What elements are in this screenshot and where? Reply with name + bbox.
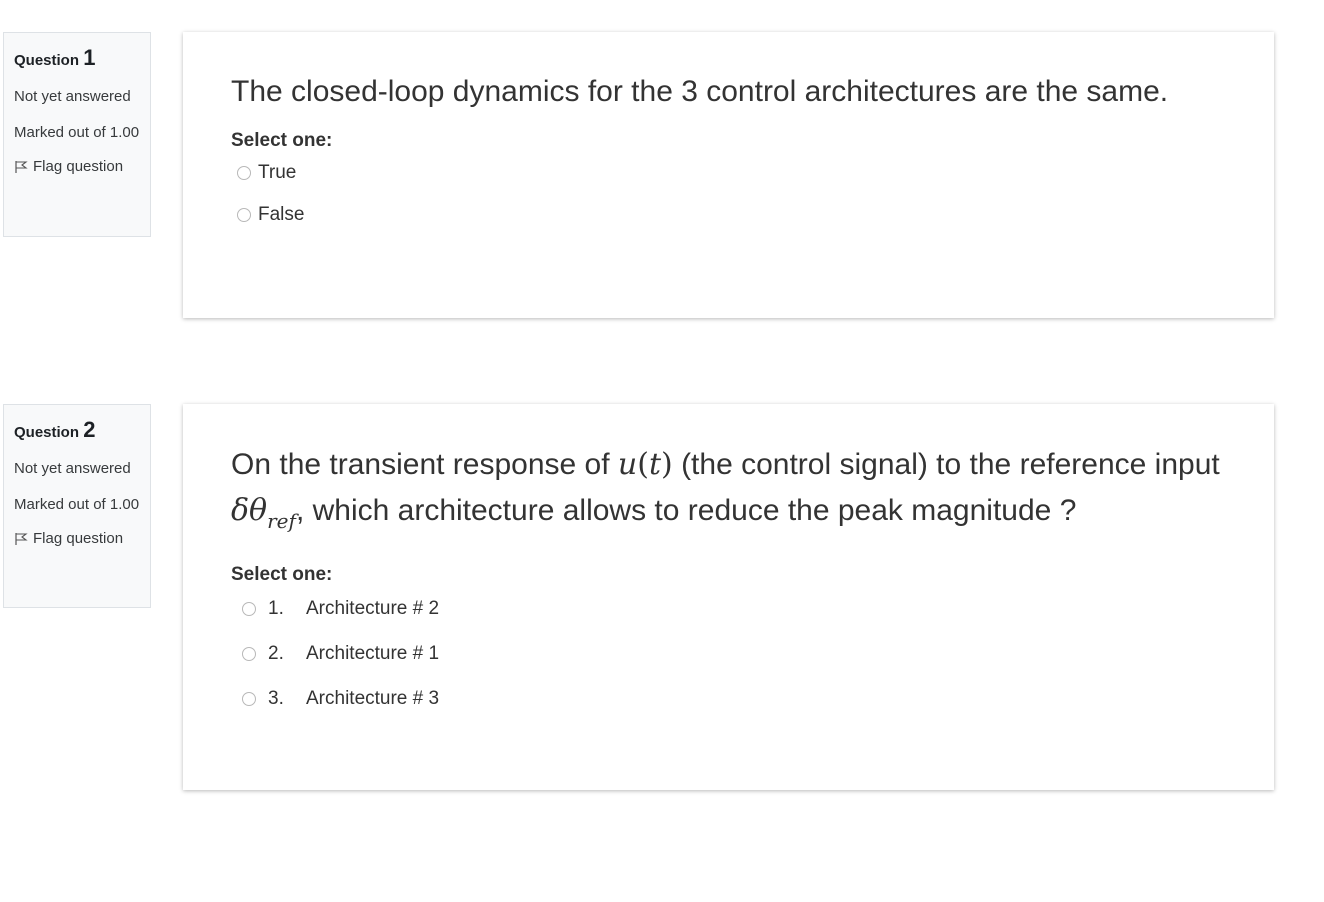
question-1-info: Question 1 Not yet answered Marked out o… (3, 32, 151, 237)
question-number-value: 1 (83, 45, 96, 70)
answer-option-1[interactable]: 1. Architecture # 2 (242, 598, 1234, 620)
question-number: Question 1 (14, 45, 140, 71)
question-label: Question (14, 52, 80, 69)
answer-label: True (258, 162, 297, 183)
answer-number: 1. (268, 598, 284, 619)
answer-label: Architecture # 1 (306, 643, 440, 664)
question-number-value: 2 (83, 417, 96, 442)
question-number: Question 2 (14, 417, 140, 443)
answer-option-2[interactable]: 2. Architecture # 1 (242, 643, 1234, 665)
answer-label: False (258, 204, 305, 225)
flag-icon (15, 161, 28, 173)
question-2-content: On the transient response of u(t) (the c… (183, 404, 1274, 790)
flag-question-link[interactable]: Flag question (14, 529, 140, 549)
math-delta-theta-ref: δθref (231, 493, 296, 533)
radio-button[interactable] (237, 166, 251, 180)
question-text-part: On the transient response of (231, 448, 618, 481)
flag-icon (15, 533, 28, 545)
flag-question-link[interactable]: Flag question (14, 157, 140, 177)
question-1-content: The closed-loop dynamics for the 3 contr… (183, 32, 1274, 318)
question-text-part: , which architecture allows to reduce th… (295, 494, 1077, 527)
answer-option-false[interactable]: False (237, 204, 1234, 226)
question-text-part: (the control signal) to the reference in… (672, 448, 1220, 481)
radio-button[interactable] (237, 208, 251, 222)
question-label: Question (14, 424, 80, 441)
question-grade: Marked out of 1.00 (14, 124, 140, 141)
answer-option-true[interactable]: True (237, 162, 1234, 184)
answer-prompt: Select one: (231, 564, 333, 585)
answer-number: 2. (268, 643, 284, 664)
question-state: Not yet answered (14, 88, 131, 105)
question-text: On the transient response of u(t) (the c… (231, 404, 1234, 544)
question-text: The closed-loop dynamics for the 3 contr… (231, 75, 1169, 108)
answer-prompt: Select one: (231, 130, 333, 151)
answer-label: Architecture # 3 (306, 688, 440, 709)
radio-button[interactable] (242, 692, 256, 706)
answer-label: Architecture # 2 (306, 598, 440, 619)
question-state: Not yet answered (14, 460, 131, 477)
answer-number: 3. (268, 688, 284, 709)
math-u-of-t: u(t) (617, 447, 673, 482)
question-2-info: Question 2 Not yet answered Marked out o… (3, 404, 151, 608)
radio-button[interactable] (242, 647, 256, 661)
flag-question-label: Flag question (33, 530, 124, 547)
question-grade: Marked out of 1.00 (14, 496, 140, 513)
flag-question-label: Flag question (33, 158, 124, 175)
answer-option-3[interactable]: 3. Architecture # 3 (242, 688, 1234, 710)
radio-button[interactable] (242, 602, 256, 616)
